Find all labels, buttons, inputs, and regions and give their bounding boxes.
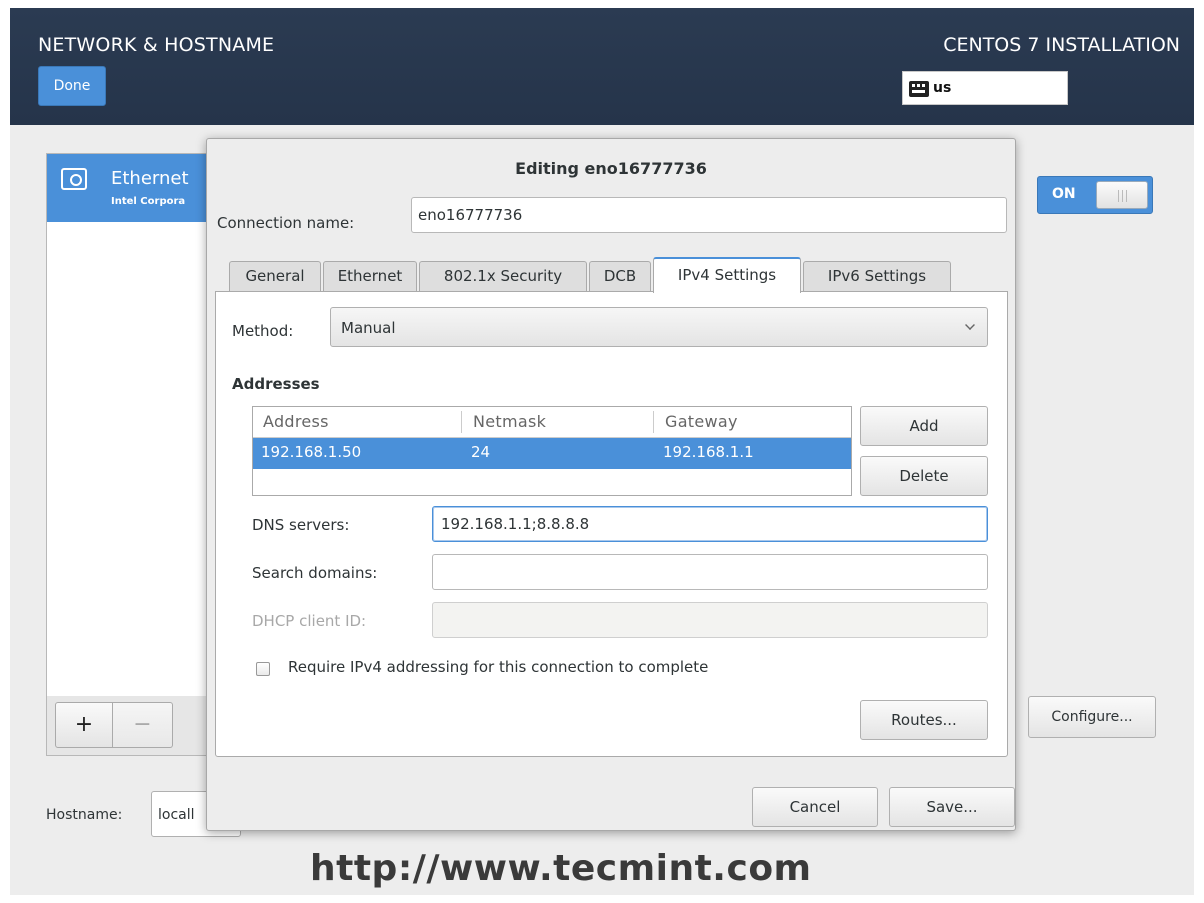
ethernet-icon <box>61 168 87 190</box>
dhcp-client-id-label: DHCP client ID: <box>252 612 367 630</box>
tab-ipv6-settings[interactable]: IPv6 Settings <box>803 261 951 291</box>
gateway-cell[interactable]: 192.168.1.1 <box>663 443 754 461</box>
table-row[interactable]: 192.168.1.50 24 192.168.1.1 <box>253 438 851 469</box>
require-ipv4-checkbox[interactable] <box>256 662 270 676</box>
address-cell[interactable]: 192.168.1.50 <box>261 443 361 461</box>
chevron-down-icon <box>965 320 975 330</box>
keyboard-layout-label: us <box>933 80 952 96</box>
cancel-button[interactable]: Cancel <box>752 787 878 827</box>
dhcp-client-id-input <box>432 602 988 638</box>
netmask-cell[interactable]: 24 <box>471 443 490 461</box>
tab-8021x-security[interactable]: 802.1x Security <box>419 261 587 291</box>
connection-name-input[interactable]: eno16777736 <box>411 197 1007 233</box>
column-divider <box>653 411 654 433</box>
method-label: Method: <box>232 322 294 340</box>
ipv4-settings-panel: Method: Manual Addresses Address Netmask… <box>215 291 1008 757</box>
edit-connection-dialog: Editing eno16777736 Connection name: eno… <box>206 138 1016 831</box>
connection-vendor: Intel Corpora <box>111 196 186 207</box>
installation-title: CENTOS 7 INSTALLATION <box>943 34 1180 56</box>
remove-connection-button[interactable]: − <box>113 702 173 748</box>
search-domains-label: Search domains: <box>252 564 378 582</box>
dialog-title: Editing eno16777736 <box>515 159 707 178</box>
column-header-address[interactable]: Address <box>263 412 329 431</box>
keyboard-layout-indicator[interactable]: us <box>902 71 1068 105</box>
keyboard-icon <box>909 81 929 97</box>
addresses-table: Address Netmask Gateway 192.168.1.50 24 … <box>252 406 852 496</box>
toggle-state-label: ON <box>1052 186 1076 202</box>
table-header: Address Netmask Gateway <box>253 407 851 438</box>
addresses-heading: Addresses <box>232 375 320 393</box>
page-title: NETWORK & HOSTNAME <box>38 34 275 56</box>
routes-button[interactable]: Routes... <box>860 700 988 740</box>
dns-servers-label: DNS servers: <box>252 516 350 534</box>
tab-ipv4-settings[interactable]: IPv4 Settings <box>653 257 801 293</box>
tab-ethernet[interactable]: Ethernet <box>323 261 417 291</box>
method-select[interactable]: Manual <box>330 307 988 347</box>
device-on-toggle[interactable]: ON <box>1037 176 1153 214</box>
require-ipv4-label[interactable]: Require IPv4 addressing for this connect… <box>288 658 708 676</box>
connection-name-label: Connection name: <box>217 214 355 232</box>
column-header-gateway[interactable]: Gateway <box>665 412 738 431</box>
search-domains-input[interactable] <box>432 554 988 590</box>
hostname-label: Hostname: <box>46 807 123 823</box>
delete-address-button[interactable]: Delete <box>860 456 988 496</box>
connection-name: Ethernet <box>111 168 189 189</box>
add-address-button[interactable]: Add <box>860 406 988 446</box>
configure-button[interactable]: Configure... <box>1028 696 1156 738</box>
header-bar: NETWORK & HOSTNAME Done CENTOS 7 INSTALL… <box>10 8 1194 125</box>
add-connection-button[interactable]: + <box>55 702 113 748</box>
save-button[interactable]: Save... <box>889 787 1015 827</box>
tab-dcb[interactable]: DCB <box>589 261 651 291</box>
done-button[interactable]: Done <box>38 66 106 106</box>
watermark-text: http://www.tecmint.com <box>310 848 812 889</box>
column-header-netmask[interactable]: Netmask <box>473 412 546 431</box>
dns-servers-input[interactable]: 192.168.1.1;8.8.8.8 <box>432 506 988 542</box>
toggle-knob[interactable] <box>1096 181 1148 209</box>
installer-window: NETWORK & HOSTNAME Done CENTOS 7 INSTALL… <box>10 8 1194 895</box>
tab-general[interactable]: General <box>229 261 321 291</box>
column-divider <box>461 411 462 433</box>
method-value: Manual <box>341 319 396 337</box>
